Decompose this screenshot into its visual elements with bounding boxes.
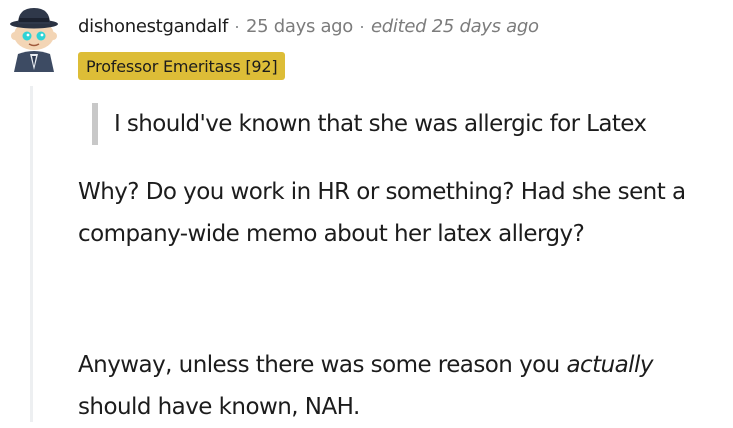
emphasized-text: actually (566, 352, 653, 378)
meta-separator: · (359, 15, 366, 36)
quote-text: I should've known that she was allergic … (114, 111, 647, 137)
meta-separator: · (234, 15, 241, 36)
user-avatar[interactable] (4, 2, 64, 72)
thread-collapse-line[interactable] (30, 86, 33, 422)
username-link[interactable]: dishonestgandalf (78, 16, 228, 37)
snoo-avatar-icon (10, 8, 58, 72)
user-flair: Professor Emeritass [92] (78, 52, 286, 80)
comment-paragraph: Why? Do you work in HR or something? Had… (78, 179, 686, 247)
timestamp-link[interactable]: 25 days ago (246, 16, 353, 37)
edited-timestamp: edited 25 days ago (371, 15, 539, 37)
comment-paragraph: Anyway, unless there was some reason you… (78, 344, 728, 428)
comment-meta: dishonestgandalf · 25 days ago · edited … (78, 12, 539, 40)
paragraph-text: should have known, NAH. (78, 394, 360, 420)
paragraph-text: Anyway, unless there was some reason you (78, 352, 567, 378)
blockquote: I should've known that she was allergic … (92, 103, 647, 145)
